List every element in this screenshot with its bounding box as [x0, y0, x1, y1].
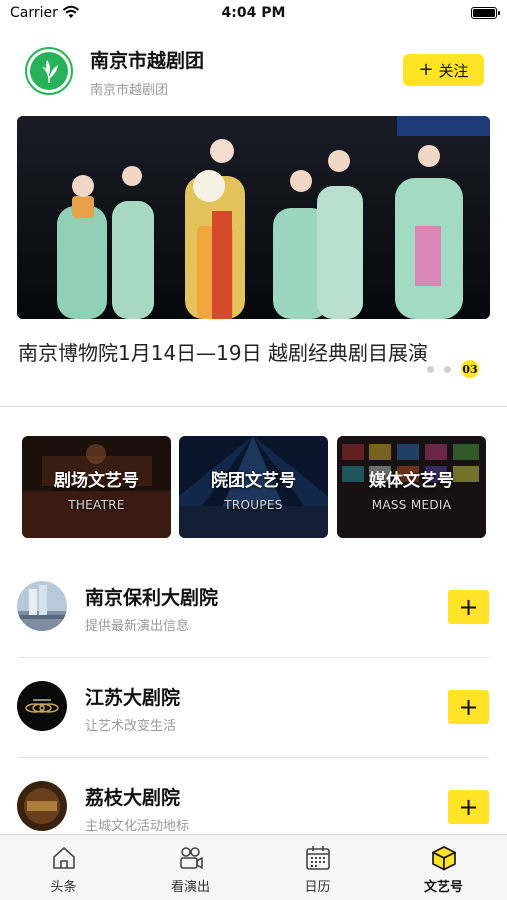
plus-icon: + [458, 593, 479, 621]
tab-label: 头条 [50, 880, 77, 895]
theatre-name: 南京保利大剧院 [85, 587, 219, 609]
theatre-avatar [17, 681, 67, 731]
follow-label: 关注 [438, 61, 469, 80]
theatre-avatar [17, 581, 67, 631]
follow-button[interactable]: + 关注 [403, 54, 484, 86]
plus-icon: + [418, 59, 434, 80]
tab-label: 日历 [304, 880, 331, 895]
category-tile-troupes[interactable]: 院团文艺号 TROUPES [179, 436, 328, 538]
tab-headlines[interactable]: 头条 [0, 835, 127, 900]
clock: 4:04 PM [221, 5, 286, 21]
carousel-dot [444, 365, 451, 373]
cube-icon [431, 846, 456, 871]
leaf-icon [30, 52, 68, 90]
tab-label: 文艺号 [423, 880, 463, 895]
category-tile-title: 媒体文艺号 [369, 471, 454, 491]
org-name: 南京市越剧团 [90, 50, 205, 72]
section-divider [0, 406, 507, 407]
org-logo[interactable] [25, 47, 73, 95]
theatre-name: 荔枝大剧院 [85, 787, 181, 809]
home-icon [52, 847, 75, 869]
tab-art-accounts[interactable]: 文艺号 [380, 835, 507, 900]
banner-title[interactable]: 南京博物院1月14日—19日 越剧经典剧目展演 [18, 337, 428, 366]
theatre-desc: 提供最新演出信息 [85, 619, 190, 634]
carousel-page-number: 03 [461, 360, 479, 378]
category-tile-subtitle: THEATRE [68, 498, 125, 512]
banner-image[interactable] [17, 116, 490, 319]
theatre-desc: 让艺术改变生活 [85, 719, 177, 734]
plus-icon: + [458, 793, 479, 821]
battery-icon [471, 7, 500, 19]
theatre-avatar [17, 781, 67, 831]
category-tile-theatre[interactable]: 剧场文艺号 THEATRE [22, 436, 171, 538]
tab-shows[interactable]: 看演出 [127, 835, 254, 900]
carousel-indicator: 03 [427, 360, 479, 378]
category-tile-title: 剧场文艺号 [54, 471, 139, 491]
list-item[interactable]: 江苏大剧院 让艺术改变生活 + [0, 658, 507, 758]
org-header: 南京市越剧团 南京市越剧团 + 关注 [0, 40, 507, 105]
status-bar: Carrier 4:04 PM [0, 0, 507, 30]
tab-label: 看演出 [170, 880, 210, 895]
category-tile-title: 院团文艺号 [211, 471, 296, 491]
category-tile-mass-media[interactable]: 媒体文艺号 MASS MEDIA [337, 436, 486, 538]
org-subtitle: 南京市越剧团 [90, 83, 169, 98]
calendar-icon [305, 846, 330, 870]
category-tile-subtitle: TROUPES [224, 498, 283, 512]
theatre-name: 江苏大剧院 [85, 687, 181, 709]
add-button[interactable]: + [448, 690, 489, 724]
camera-icon [179, 847, 203, 869]
tab-calendar[interactable]: 日历 [254, 835, 381, 900]
category-tile-subtitle: MASS MEDIA [371, 498, 452, 512]
carousel-dot [427, 365, 434, 373]
stage-photo [17, 116, 490, 319]
plus-icon: + [458, 693, 479, 721]
list-item[interactable]: 南京保利大剧院 提供最新演出信息 + [0, 558, 507, 658]
category-tiles: 剧场文艺号 THEATRE 院团文艺号 TROUPES 媒体文艺号 MASS M… [22, 436, 486, 538]
add-button[interactable]: + [448, 790, 489, 824]
theatre-desc: 主城文化活动地标 [85, 819, 190, 834]
add-button[interactable]: + [448, 590, 489, 624]
tab-bar: 头条 看演出 日历 文艺号 [0, 834, 507, 900]
